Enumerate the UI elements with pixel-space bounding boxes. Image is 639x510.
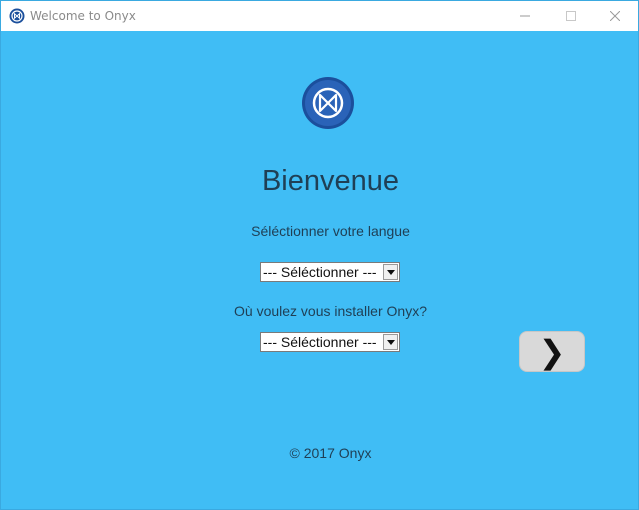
minimize-icon [520, 15, 530, 17]
title-bar[interactable]: Welcome to Onyx [1, 1, 638, 31]
onyx-logo-icon [301, 76, 355, 130]
minimize-button[interactable] [502, 1, 548, 31]
close-icon [610, 11, 620, 21]
install-location-select-value: --- Séléctionner --- [263, 334, 377, 350]
language-select[interactable]: --- Séléctionner --- [260, 262, 400, 282]
maximize-button[interactable] [548, 1, 594, 31]
welcome-window: Welcome to Onyx Bienvenue Séléctionner v… [0, 0, 639, 510]
welcome-heading: Bienvenue [261, 165, 400, 197]
next-button[interactable]: ❯ [519, 331, 585, 372]
maximize-icon [566, 11, 576, 21]
welcome-content: Bienvenue Séléctionner votre langue --- … [1, 31, 638, 509]
window-title: Welcome to Onyx [30, 9, 136, 23]
language-select-value: --- Séléctionner --- [263, 264, 377, 280]
copyright-footer: © 2017 Onyx [289, 445, 372, 461]
install-location-label: Où voulez vous installer Onyx? [234, 303, 427, 319]
close-button[interactable] [592, 1, 638, 31]
onyx-app-icon [9, 8, 25, 24]
language-label: Séléctionner votre langue [251, 223, 410, 239]
dropdown-arrow-icon[interactable] [383, 334, 398, 350]
chevron-right-icon: ❯ [538, 332, 566, 371]
install-location-select[interactable]: --- Séléctionner --- [260, 332, 400, 352]
dropdown-arrow-icon[interactable] [383, 264, 398, 280]
